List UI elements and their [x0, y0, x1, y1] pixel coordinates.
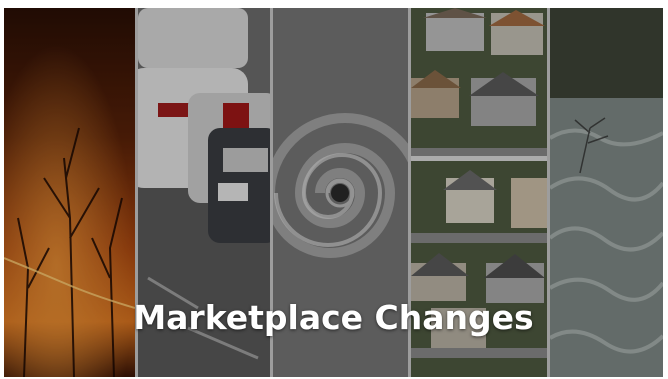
- page-title: Marketplace Changes: [133, 298, 534, 337]
- collage-image: Marketplace Changes: [4, 8, 663, 377]
